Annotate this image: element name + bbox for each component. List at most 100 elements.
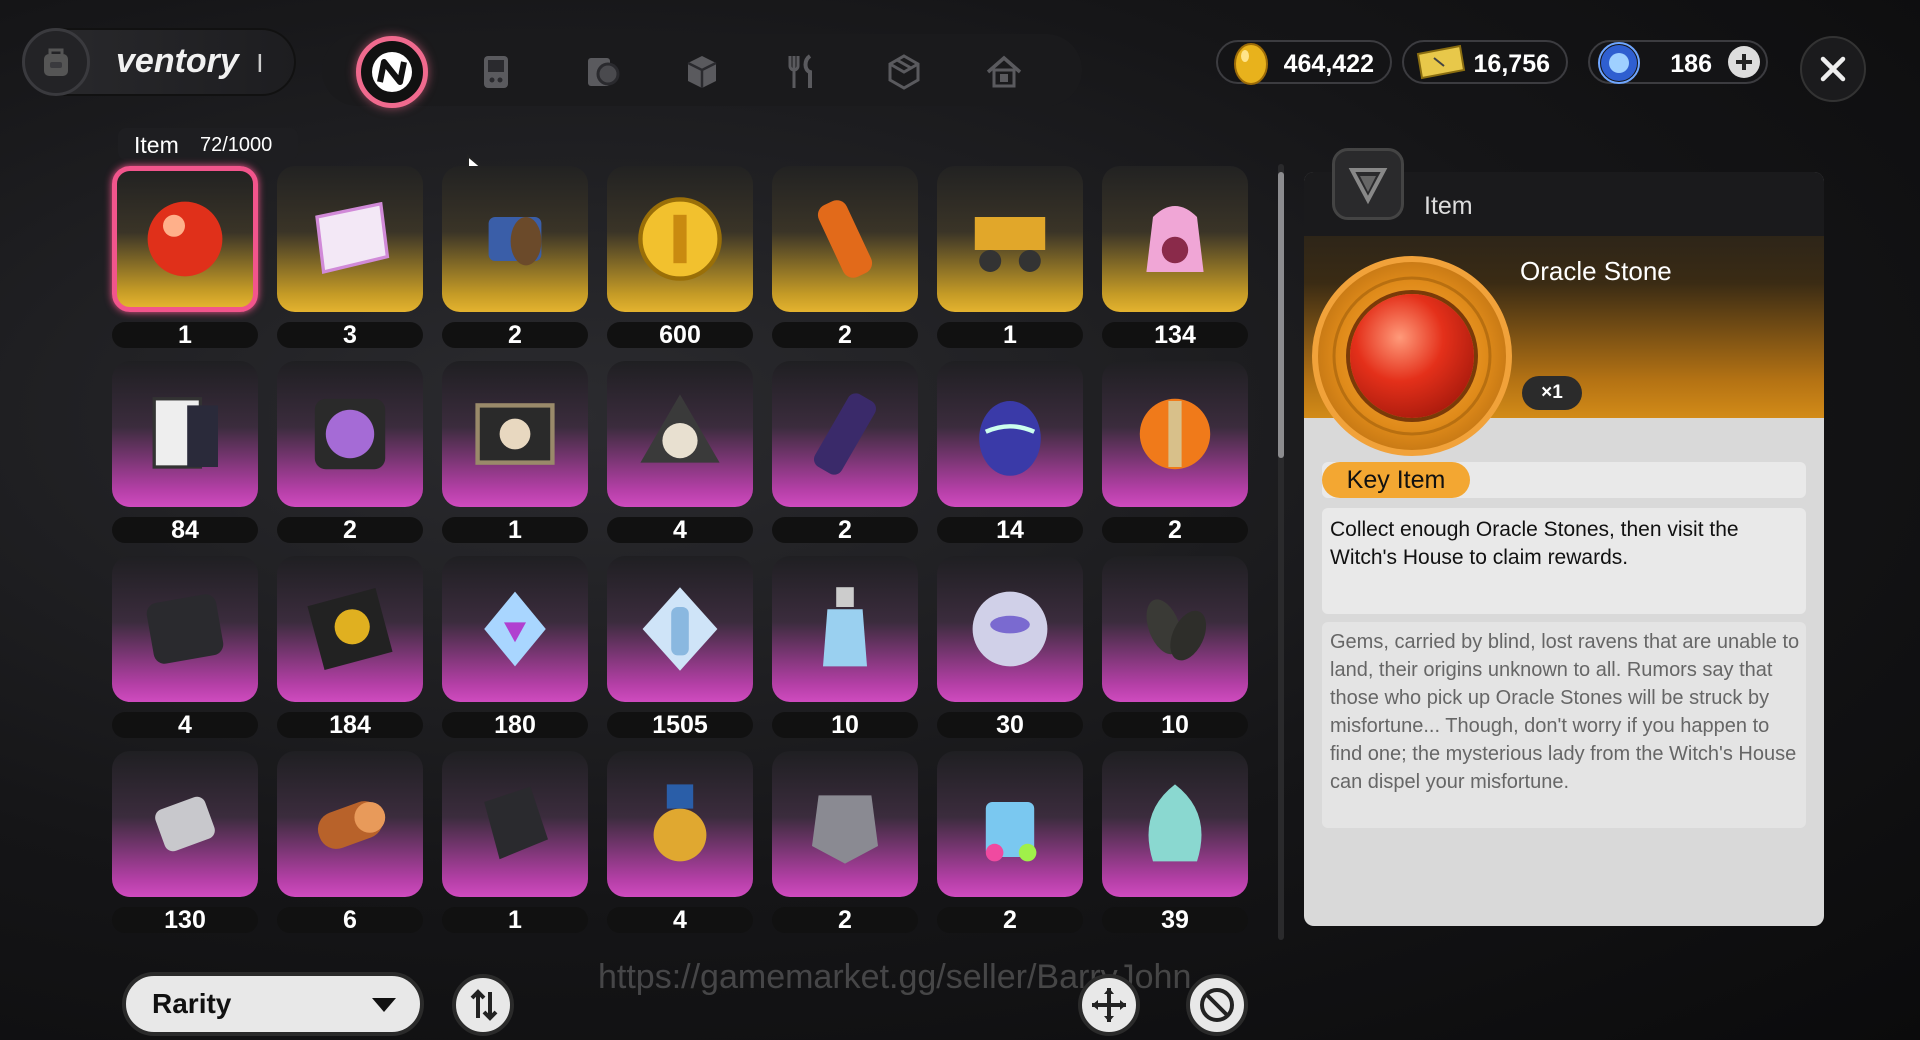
inventory-slot[interactable] (937, 751, 1083, 897)
fork-knife-icon (788, 54, 812, 88)
medal-icon (653, 784, 707, 862)
inventory-slot[interactable] (607, 361, 753, 507)
gem-currency: 186 (1588, 40, 1768, 84)
canister-icon (817, 200, 873, 278)
tab-packages[interactable] (868, 36, 940, 108)
inventory-slot[interactable] (1102, 361, 1248, 507)
cube-icon (687, 56, 717, 88)
dark-cushion-icon (146, 594, 224, 664)
candy-bag-icon (1146, 206, 1204, 272)
inventory-slot[interactable] (772, 751, 918, 897)
item-quantity: 39 (1102, 907, 1248, 933)
ticket-icon (1416, 44, 1466, 80)
inventory-slot[interactable] (112, 751, 258, 897)
inventory-slot[interactable] (442, 556, 588, 702)
inventory-slot[interactable] (442, 361, 588, 507)
oracle-stone-icon (1350, 294, 1474, 418)
key-item-tag: Key Item (1322, 462, 1470, 498)
inventory-slot[interactable] (772, 361, 918, 507)
discard-button[interactable] (1186, 974, 1248, 1036)
item-quantity-badge: ×1 (1522, 376, 1582, 410)
tab-food[interactable] (766, 36, 838, 108)
item-quantity: 4 (112, 712, 258, 738)
sort-rarity-dropdown[interactable]: Rarity (122, 972, 424, 1036)
inventory-slot[interactable] (772, 556, 918, 702)
item-quantity: 2 (772, 322, 918, 348)
item-lore: Gems, carried by blind, lost ravens that… (1330, 631, 1800, 793)
grid-scrollbar-thumb[interactable] (1278, 172, 1284, 458)
package-icon (888, 54, 920, 90)
inventory-slot[interactable] (277, 166, 423, 312)
item-name: Oracle Stone (1520, 256, 1672, 286)
close-button[interactable] (1800, 36, 1866, 102)
inventory-slot[interactable] (937, 556, 1083, 702)
tab-media[interactable] (566, 36, 638, 108)
tab-devices[interactable] (460, 36, 532, 108)
dark-slab-icon (484, 786, 548, 860)
scroll-tube-icon (813, 393, 877, 475)
item-quantity: 2 (937, 907, 1083, 933)
item-quantity: 1 (442, 517, 588, 543)
inventory-slot[interactable] (112, 166, 258, 312)
item-quantity: 180 (442, 712, 588, 738)
ticket-amount: 16,756 (1473, 50, 1550, 78)
inventory-slot[interactable] (937, 166, 1083, 312)
paint-bucket-icon (985, 802, 1037, 862)
item-quantity: 600 (607, 322, 753, 348)
card-set-icon (152, 397, 218, 469)
item-quantity: 6 (277, 907, 423, 933)
item-quantity: 2 (442, 322, 588, 348)
disc-box-icon (588, 58, 620, 86)
inventory-slot[interactable] (1102, 751, 1248, 897)
add-gem-button[interactable] (1728, 46, 1760, 78)
inventory-slot[interactable] (277, 751, 423, 897)
inventory-slot[interactable] (1102, 166, 1248, 312)
inventory-slot[interactable] (1102, 556, 1248, 702)
inventory-slot[interactable] (112, 556, 258, 702)
item-quantity: 30 (937, 712, 1083, 738)
ticket-icon (315, 201, 390, 275)
blue-gem-icon (1598, 42, 1640, 84)
prohibit-icon (1200, 988, 1234, 1022)
inventory-slot[interactable] (607, 751, 753, 897)
item-quantity: 84 (112, 517, 258, 543)
gold-egg-icon (1234, 43, 1268, 85)
armor-icon (812, 795, 878, 864)
page-title: ventory I (116, 42, 264, 80)
ice-crystal-icon (484, 591, 546, 667)
sort-arrows-icon (470, 989, 498, 1021)
inventory-slot[interactable] (607, 556, 753, 702)
spark-plug-icon (1139, 398, 1211, 470)
tab-housing[interactable] (968, 36, 1040, 108)
gold-amount: 464,422 (1283, 50, 1374, 78)
ticket-currency: 16,756 (1402, 40, 1568, 84)
tab-all-items[interactable] (356, 36, 428, 108)
item-quantity: 1 (442, 907, 588, 933)
crystal-egg-icon (979, 401, 1041, 476)
inventory-slot[interactable] (112, 361, 258, 507)
picture-frame-icon (475, 403, 555, 465)
inventory-slot[interactable] (277, 556, 423, 702)
inventory-slot[interactable] (277, 361, 423, 507)
item-medal (1312, 256, 1512, 456)
inventory-slot[interactable] (442, 166, 588, 312)
seeds-icon (1146, 599, 1207, 661)
inventory-slot[interactable] (772, 166, 918, 312)
inventory-slot[interactable] (607, 166, 753, 312)
inventory-slot[interactable] (442, 751, 588, 897)
item-quantity: 1 (112, 322, 258, 348)
item-quantity: 1 (937, 322, 1083, 348)
item-quantity: 1505 (607, 712, 753, 738)
silver-spool-icon (155, 796, 215, 852)
item-quantity: 2 (277, 517, 423, 543)
move-button[interactable] (1078, 974, 1140, 1036)
item-quantity: 14 (937, 517, 1083, 543)
inventory-slot[interactable] (937, 361, 1083, 507)
sort-order-button[interactable] (452, 974, 514, 1036)
n-logo-icon (372, 52, 412, 92)
item-count-label: Item 72/1000 (118, 128, 298, 160)
item-quantity: 4 (607, 517, 753, 543)
tab-materials[interactable] (666, 36, 738, 108)
close-icon (1820, 56, 1846, 82)
plus-icon (1736, 54, 1752, 70)
